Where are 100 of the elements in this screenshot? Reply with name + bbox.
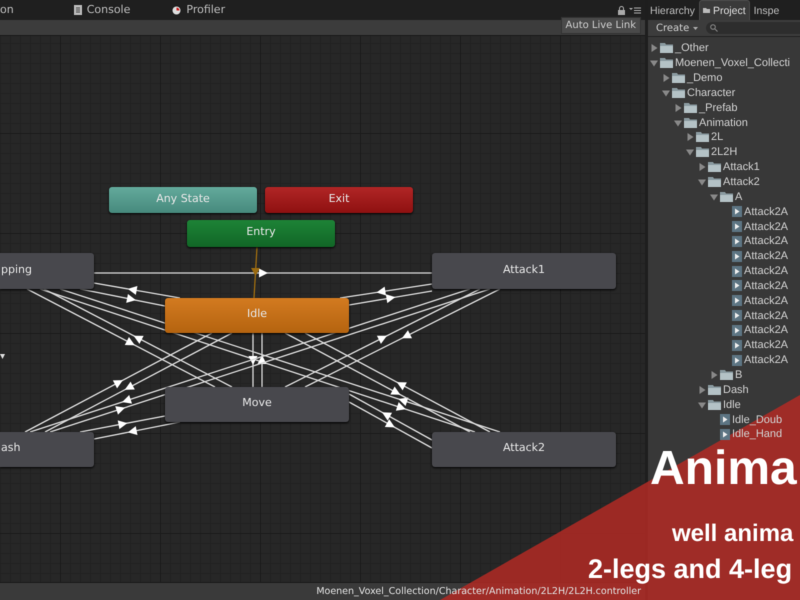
folder-icon bbox=[708, 177, 721, 188]
animation-clip-icon bbox=[732, 206, 742, 218]
lock-icon[interactable] bbox=[618, 6, 625, 14]
tree-item[interactable]: _Demo bbox=[648, 70, 722, 86]
tab[interactable]: Inspe bbox=[750, 1, 782, 20]
menu-icon[interactable] bbox=[629, 6, 641, 14]
folder-icon bbox=[708, 400, 721, 410]
transition-arrow[interactable] bbox=[24, 332, 212, 433]
folder-icon bbox=[708, 384, 721, 395]
tree-item[interactable]: Moenen_Voxel_Collecti bbox=[648, 56, 790, 71]
tree-item[interactable]: 2L2H bbox=[648, 144, 738, 160]
tree-item[interactable]: Dash bbox=[648, 382, 749, 398]
state-node[interactable]: Move bbox=[165, 387, 349, 422]
tree-item[interactable]: Attack1 bbox=[648, 160, 760, 175]
tab[interactable]: Project bbox=[698, 0, 750, 20]
transition-arrow[interactable] bbox=[348, 290, 432, 306]
tree-item[interactable]: _Other bbox=[648, 41, 709, 56]
search-field[interactable] bbox=[706, 22, 800, 34]
tree-item[interactable]: Attack2A bbox=[648, 338, 788, 353]
transition-arrow[interactable] bbox=[284, 332, 470, 433]
transition-arrow[interactable] bbox=[44, 288, 232, 388]
disclosure-arrow-icon[interactable] bbox=[698, 400, 706, 409]
animation-clip-icon bbox=[720, 428, 730, 440]
disclosure-arrow-icon[interactable] bbox=[650, 44, 658, 52]
disclosure-arrow-icon[interactable] bbox=[698, 163, 706, 172]
state-node[interactable]: ash bbox=[0, 432, 94, 467]
folder-icon bbox=[684, 102, 697, 113]
tab[interactable]: Console bbox=[66, 0, 138, 19]
transition-arrow[interactable] bbox=[304, 332, 490, 433]
create-dropdown[interactable]: Create bbox=[654, 22, 700, 34]
disclosure-arrow-icon[interactable] bbox=[674, 118, 682, 127]
tree-item[interactable]: A bbox=[648, 189, 742, 204]
tree-item[interactable]: Attack2 bbox=[648, 174, 760, 190]
disclosure-arrow-icon[interactable] bbox=[710, 192, 718, 201]
tab[interactable]: Hierarchy bbox=[648, 1, 698, 20]
transition-arrow[interactable] bbox=[304, 288, 500, 388]
tree-item[interactable]: _Prefab bbox=[648, 100, 738, 116]
folder-icon bbox=[702, 8, 710, 13]
animation-clip-icon bbox=[732, 324, 742, 336]
folder-icon bbox=[720, 192, 733, 202]
tree-item[interactable]: B bbox=[648, 368, 742, 382]
disclosure-arrow-icon[interactable] bbox=[686, 148, 694, 156]
tree-item[interactable]: Attack2A bbox=[648, 323, 788, 338]
state-node[interactable]: Entry bbox=[187, 220, 335, 247]
transition-arrow[interactable] bbox=[80, 288, 166, 307]
tree-item[interactable]: Attack2A bbox=[648, 248, 788, 264]
transition-arrow[interactable] bbox=[44, 332, 232, 433]
animation-clip-icon bbox=[732, 295, 742, 306]
transition-arrow[interactable] bbox=[340, 283, 432, 299]
transition-arrow[interactable] bbox=[348, 401, 432, 449]
tree-item[interactable]: Attack2A bbox=[648, 308, 788, 324]
state-node[interactable]: Exit bbox=[265, 187, 413, 213]
disclosure-arrow-icon[interactable] bbox=[674, 104, 682, 112]
tree-item[interactable]: Attack2A bbox=[648, 204, 788, 220]
transition-arrow[interactable] bbox=[94, 268, 432, 278]
tab[interactable]: Profiler bbox=[164, 0, 234, 19]
tree-item[interactable]: Attack2A bbox=[648, 234, 788, 249]
tree-item[interactable]: Attack2A bbox=[648, 278, 788, 294]
disclosure-arrow-icon[interactable] bbox=[698, 178, 706, 186]
auto-live-link-button[interactable]: Auto Live Link bbox=[560, 17, 641, 34]
tree-item[interactable]: Attack2A bbox=[648, 219, 788, 234]
disclosure-arrow-icon[interactable] bbox=[698, 386, 706, 394]
animation-clip-icon bbox=[732, 340, 742, 351]
tree-item[interactable]: Attack2A bbox=[648, 293, 788, 308]
state-node[interactable]: Attack1 bbox=[432, 253, 616, 289]
transition-arrow[interactable] bbox=[284, 288, 480, 388]
folder-icon bbox=[696, 132, 709, 142]
disclosure-arrow-icon[interactable] bbox=[650, 59, 658, 68]
tree-item[interactable]: Attack2A bbox=[648, 264, 788, 278]
folder-icon bbox=[720, 370, 733, 380]
transition-arrow[interactable] bbox=[94, 282, 180, 299]
animation-clip-icon bbox=[732, 280, 742, 292]
disclosure-arrow-icon[interactable] bbox=[662, 88, 670, 97]
tree-item[interactable]: Idle_Hand bbox=[648, 426, 782, 442]
disclosure-arrow-icon[interactable] bbox=[710, 370, 718, 379]
tree-item[interactable]: Attack2A bbox=[648, 352, 788, 368]
disclosure-arrow-icon[interactable] bbox=[686, 133, 694, 142]
folder-icon bbox=[660, 58, 673, 68]
state-node[interactable]: Attack2 bbox=[432, 432, 616, 467]
folder-icon bbox=[672, 73, 685, 84]
search-icon bbox=[710, 24, 718, 32]
tree-item[interactable]: Animation bbox=[648, 115, 748, 130]
disclosure-arrow-icon[interactable] bbox=[662, 74, 670, 82]
state-node[interactable]: pping bbox=[0, 253, 94, 289]
animation-clip-icon bbox=[732, 310, 742, 322]
transition-arrow[interactable] bbox=[348, 393, 432, 441]
transition-arrow[interactable] bbox=[94, 421, 180, 440]
tree-item[interactable]: Character bbox=[648, 86, 736, 100]
animation-clip-icon bbox=[732, 354, 742, 366]
tab[interactable]: on bbox=[0, 0, 22, 19]
transition-arrow[interactable] bbox=[80, 415, 166, 433]
animation-clip-icon bbox=[732, 236, 742, 247]
entry-transition-arrow[interactable] bbox=[251, 246, 260, 298]
tree-item[interactable]: Idle bbox=[648, 397, 741, 412]
folder-icon bbox=[660, 43, 673, 54]
transition-arrow[interactable] bbox=[248, 333, 258, 387]
tree-item[interactable]: 2L bbox=[648, 130, 724, 145]
transition-arrow[interactable] bbox=[26, 288, 216, 388]
folder-icon bbox=[696, 147, 709, 158]
console-icon bbox=[74, 4, 82, 14]
